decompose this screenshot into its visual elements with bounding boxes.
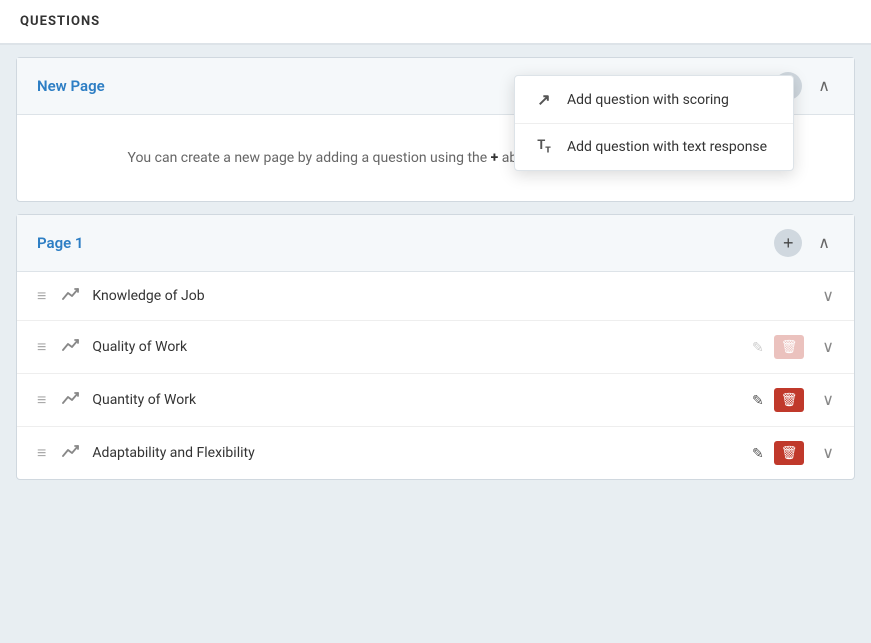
expand-row-button[interactable]: ∨: [822, 286, 834, 306]
row-actions: ✎ 🗑 ∨: [752, 441, 834, 465]
add-question-dropdown: ↗ Add question with scoring Tт Add quest…: [514, 75, 794, 171]
expand-row-button[interactable]: ∨: [822, 443, 834, 463]
row-actions: ✎ 🗑 ∨: [752, 335, 834, 359]
collapse-icon: ∧: [818, 233, 830, 253]
text-response-icon: Tт: [533, 138, 555, 156]
drag-handle-icon[interactable]: ≡: [37, 339, 46, 355]
row-actions: ✎ 🗑 ∨: [752, 388, 834, 412]
add-scoring-question-item[interactable]: ↗ Add question with scoring: [515, 76, 793, 124]
drag-handle-icon[interactable]: ≡: [37, 288, 46, 304]
section-title: QUESTIONS: [0, 0, 871, 44]
scoring-icon: [62, 444, 80, 462]
row-actions: ∨: [814, 286, 834, 306]
new-page-title: New Page: [37, 77, 105, 95]
page1-add-button[interactable]: +: [774, 229, 802, 257]
page1-actions: + ∧: [774, 229, 834, 257]
collapse-icon: ∧: [818, 76, 830, 96]
delete-question-button[interactable]: 🗑: [774, 441, 805, 465]
question-row: ≡ Knowledge of Job ∨: [17, 272, 854, 321]
plus-icon: +: [783, 233, 794, 254]
expand-row-button[interactable]: ∨: [822, 337, 834, 357]
scoring-icon: [62, 287, 80, 305]
add-scoring-label: Add question with scoring: [567, 92, 729, 108]
question-row: ≡ Quantity of Work ✎ 🗑 ∨: [17, 374, 854, 427]
page1-header: Page 1 + ∧: [17, 215, 854, 272]
add-text-label: Add question with text response: [567, 139, 767, 155]
trash-icon: 🗑: [781, 445, 798, 460]
page1-title: Page 1: [37, 234, 84, 252]
question-row: ≡ Quality of Work ✎ 🗑 ∨: [17, 321, 854, 374]
edit-question-button[interactable]: ✎: [752, 339, 764, 356]
new-page-body-bold: +: [491, 150, 502, 166]
delete-question-button[interactable]: 🗑: [774, 335, 805, 359]
question-label: Quality of Work: [92, 339, 752, 355]
scoring-icon: [62, 338, 80, 356]
page1-collapse-button[interactable]: ∧: [814, 231, 834, 255]
expand-row-button[interactable]: ∨: [822, 390, 834, 410]
question-list: ≡ Knowledge of Job ∨ ≡: [17, 272, 854, 479]
drag-handle-icon[interactable]: ≡: [37, 392, 46, 408]
question-label: Adaptability and Flexibility: [92, 445, 752, 461]
scoring-trend-icon: ↗: [533, 90, 555, 109]
page1-card: Page 1 + ∧ ↗ Add question with scoring T…: [16, 214, 855, 480]
new-page-body-text: You can create a new page by adding a qu…: [127, 150, 487, 166]
drag-handle-icon[interactable]: ≡: [37, 445, 46, 461]
delete-question-button[interactable]: 🗑: [774, 388, 805, 412]
edit-question-button[interactable]: ✎: [752, 445, 764, 462]
question-label: Knowledge of Job: [92, 288, 814, 304]
trash-icon: 🗑: [781, 339, 798, 354]
trash-icon: 🗑: [781, 392, 798, 407]
edit-question-button[interactable]: ✎: [752, 392, 764, 409]
add-text-question-item[interactable]: Tт Add question with text response: [515, 124, 793, 170]
scoring-icon: [62, 391, 80, 409]
question-label: Quantity of Work: [92, 392, 752, 408]
question-row: ≡ Adaptability and Flexibility ✎ 🗑 ∨: [17, 427, 854, 479]
new-page-collapse-button[interactable]: ∧: [814, 74, 834, 98]
